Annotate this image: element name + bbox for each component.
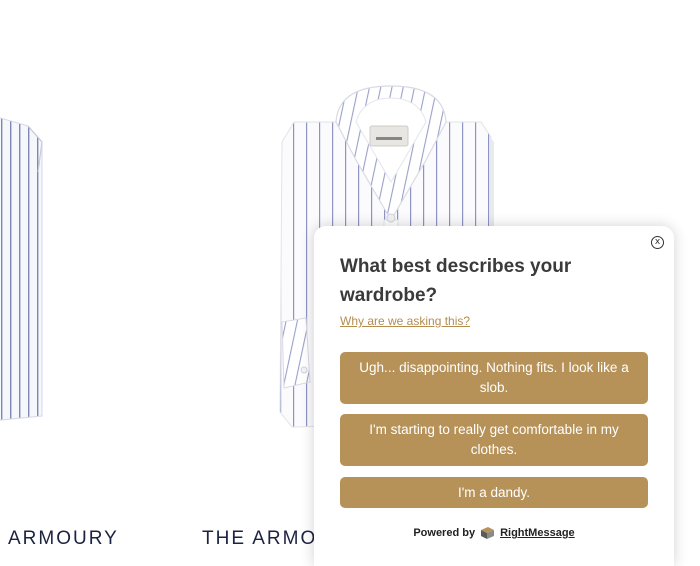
brand-label-left: ARMOURY	[8, 528, 119, 549]
powered-by-footer: Powered by RightMessage	[314, 526, 674, 540]
rightmessage-logo-icon	[480, 526, 495, 540]
answer-button-comfortable[interactable]: I'm starting to really get comfortable i…	[340, 414, 648, 466]
product-image-left[interactable]	[0, 112, 48, 424]
answer-button-dandy[interactable]: I'm a dandy.	[340, 477, 648, 508]
powered-by-text: Powered by	[413, 527, 476, 539]
survey-question: What best describes your wardrobe?	[340, 256, 572, 306]
close-icon[interactable]: x	[651, 236, 664, 249]
why-asking-link[interactable]: Why are we asking this?	[340, 314, 470, 328]
rightmessage-link[interactable]: RightMessage	[500, 527, 575, 539]
survey-popup: x What best describes your wardrobe? Why…	[314, 226, 674, 566]
answer-button-disappointing[interactable]: Ugh... disappointing. Nothing fits. I lo…	[340, 352, 648, 404]
